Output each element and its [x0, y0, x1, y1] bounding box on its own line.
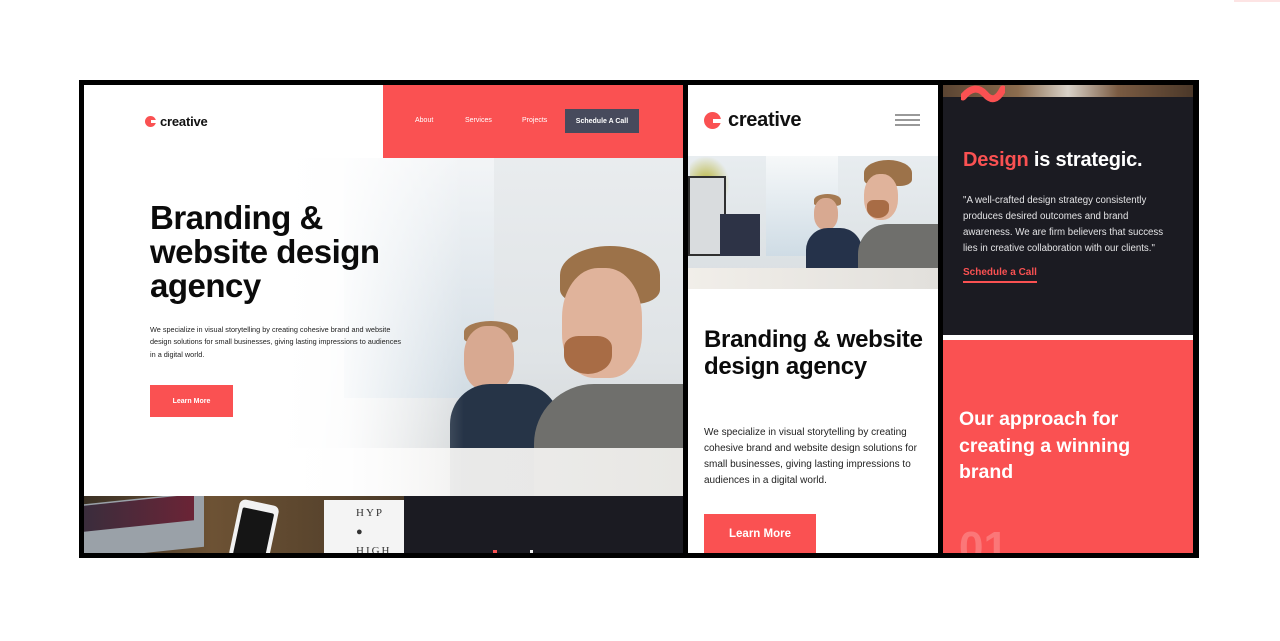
- desktop-nav: About Services Projects Schedule A Call: [383, 85, 683, 158]
- mobile-logo[interactable]: creative: [704, 109, 802, 132]
- logo-wordmark: creative: [728, 109, 802, 131]
- schedule-call-link[interactable]: Schedule a Call: [963, 267, 1037, 283]
- learn-more-button[interactable]: Learn More: [150, 385, 233, 417]
- hero-title: Branding & website design agency: [150, 199, 380, 304]
- logo-wordmark: creative: [160, 114, 208, 129]
- desk-flatlay-photo: HYP ● HIGH: [84, 496, 404, 553]
- logo-c-icon: [704, 112, 722, 129]
- mobile-home-mockup: creative Branding & website design agenc…: [688, 85, 938, 553]
- mobile-hero-title: Branding & website design agency: [704, 326, 923, 380]
- strategy-heading-rest: is strategic.: [1028, 149, 1143, 171]
- strategy-heading-accent: Design: [963, 149, 1029, 171]
- hero-description: We specialize in visual storytelling by …: [150, 325, 402, 359]
- corner-decoration: [1234, 0, 1280, 2]
- logo[interactable]: creative: [145, 114, 208, 129]
- mobile-strategy-mockup: Design is strategic. "A well-crafted des…: [943, 85, 1193, 553]
- dark-section-preview: [404, 496, 683, 553]
- step-number: 01: [959, 523, 1008, 554]
- nav-link-services[interactable]: Services: [465, 117, 492, 124]
- brand-card-text: HYP ● HIGH: [356, 507, 392, 553]
- approach-section: Our approach for creating a winning bran…: [943, 340, 1193, 553]
- strategy-quote: "A well-crafted design strategy consiste…: [963, 195, 1164, 254]
- approach-heading: Our approach for creating a winning bran…: [959, 408, 1131, 483]
- schedule-call-button[interactable]: Schedule A Call: [565, 109, 639, 133]
- squiggle-icon: [961, 85, 1005, 103]
- mobile-hero-description: We specialize in visual storytelling by …: [704, 427, 917, 486]
- nav-link-projects[interactable]: Projects: [522, 117, 547, 124]
- mobile-learn-more-button[interactable]: Learn More: [704, 514, 816, 553]
- mobile-hero-photo: [688, 156, 938, 289]
- strategy-heading: Design is strategic.: [963, 149, 1143, 172]
- desktop-mockup: creative About Services Projects Schedul…: [84, 85, 683, 553]
- nav-link-about[interactable]: About: [415, 117, 433, 124]
- hamburger-menu-icon[interactable]: [895, 114, 920, 128]
- logo-c-icon: [145, 116, 157, 127]
